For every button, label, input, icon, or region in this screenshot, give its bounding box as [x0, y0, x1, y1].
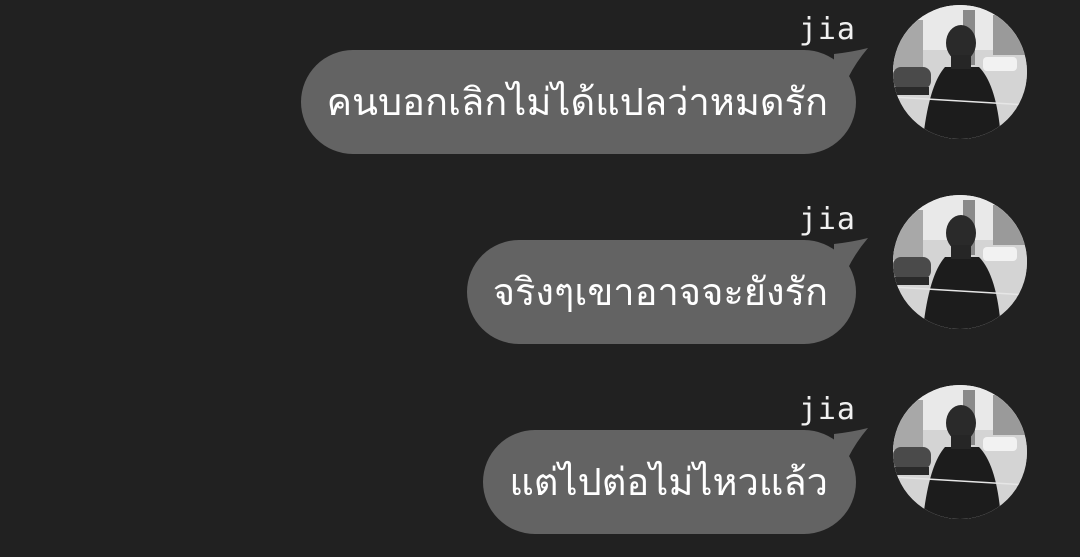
message-bubble[interactable]: คนบอกเลิกไม่ได้แปลว่าหมดรัก — [300, 48, 868, 154]
message-text: แต่ไปต่อไม่ไหวแล้ว — [509, 460, 828, 504]
bubble-tail — [834, 428, 868, 458]
user-avatar-photo-icon — [893, 385, 1027, 519]
bubble-tail — [834, 238, 868, 268]
message-text: จริงๆเขาอาจจะยังรัก — [492, 270, 828, 314]
sender-name: jia — [798, 12, 856, 47]
bubble-tail — [834, 48, 868, 78]
avatar[interactable] — [893, 195, 1027, 329]
message-text: คนบอกเลิกไม่ได้แปลว่าหมดรัก — [326, 80, 828, 124]
chat-message: jia คนบอกเลิกไม่ได้แปลว่าหมดรัก — [0, 2, 1080, 162]
sender-name: jia — [798, 392, 856, 427]
sender-name: jia — [798, 202, 856, 237]
avatar[interactable] — [893, 5, 1027, 139]
chat-message: jia แต่ไปต่อไม่ไหวแล้ว — [0, 382, 1080, 542]
message-bubble[interactable]: จริงๆเขาอาจจะยังรัก — [466, 238, 868, 344]
chat-message: jia จริงๆเขาอาจจะยังรัก — [0, 192, 1080, 352]
message-bubble[interactable]: แต่ไปต่อไม่ไหวแล้ว — [483, 428, 868, 534]
user-avatar-photo-icon — [893, 5, 1027, 139]
avatar[interactable] — [893, 385, 1027, 519]
user-avatar-photo-icon — [893, 195, 1027, 329]
